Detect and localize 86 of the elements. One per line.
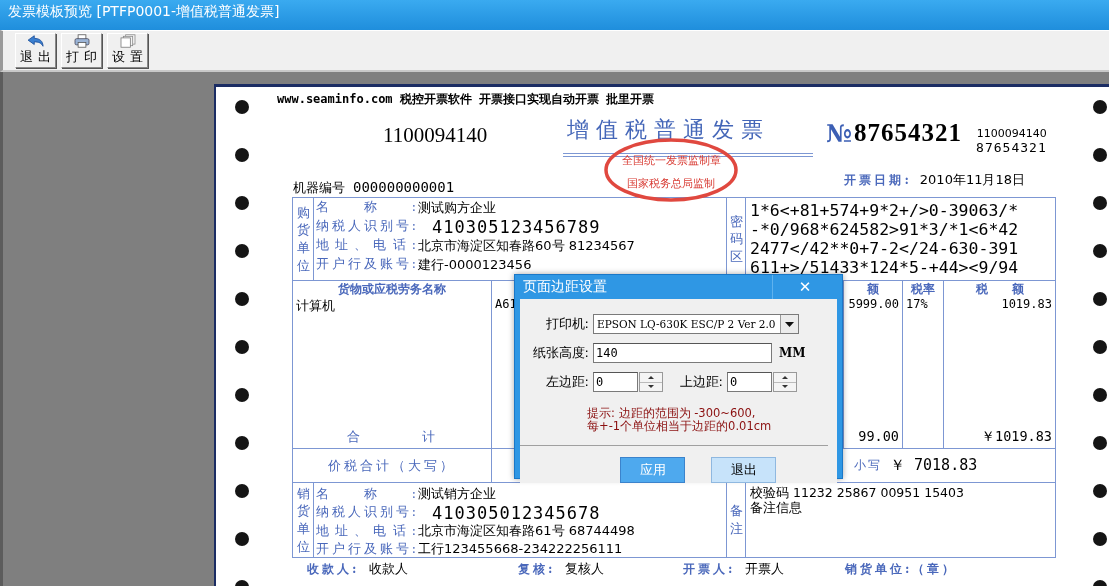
dialog-title: 页面边距设置	[522, 278, 607, 296]
field-label: 开票人:	[683, 561, 736, 578]
stamp-text: 国家税务总局监制	[627, 177, 715, 190]
exit-button[interactable]: 退出	[711, 457, 776, 483]
spin-button[interactable]	[773, 372, 797, 392]
down-arrow-icon	[648, 384, 654, 390]
invoice-number: 87654321	[854, 119, 963, 147]
window-title: 发票模板预览 [PTFP0001-增值税普通发票]	[7, 2, 280, 21]
field-label: 名称:	[316, 199, 416, 216]
grand-total: ￥ 7018.83	[890, 456, 978, 475]
field-label: 销货单位:（章）	[845, 560, 958, 578]
table-cell-text: 17%	[905, 297, 929, 311]
field-label: 开票日期:	[844, 172, 912, 189]
toolbar-button[interactable]: 退 出	[15, 33, 56, 68]
printer-icon	[71, 34, 92, 48]
signature-value: 开票人	[745, 560, 785, 578]
section-label: 备注	[729, 502, 743, 538]
field-label: 地址、电话:	[316, 237, 416, 254]
select-value: EPSON LQ-630K ESC/P 2 Ver 2.0	[597, 318, 776, 330]
cipher-line: 1*6<+81+574+9*2+/>0-39063/*	[750, 201, 1020, 220]
field-label: 小写	[854, 457, 882, 474]
invoice-number-small: 87654321	[976, 140, 1047, 155]
section-label: 销货单位	[296, 484, 310, 556]
spin-button[interactable]	[639, 372, 663, 392]
signature-value: 收款人	[369, 560, 409, 578]
column-header: 额	[867, 281, 879, 297]
cipher-line: -*0/968*624582>91*3/*1<6*42	[750, 220, 1020, 239]
field-value: 北京市海淀区知春路61号 68744498	[418, 522, 635, 540]
table-cell-text: 1019.83	[1000, 297, 1053, 311]
down-arrow-icon	[782, 384, 788, 390]
up-arrow-icon	[782, 374, 788, 380]
remark-line: 备注信息	[750, 500, 803, 515]
field-label: 收款人:	[307, 561, 360, 578]
field-label: 复核:	[518, 561, 556, 578]
field-label: 机器编号	[293, 179, 345, 197]
toolbar-button[interactable]: 打 印	[61, 33, 102, 68]
total-value: 99.00	[857, 428, 900, 446]
field-label: 纳税人识别号:	[316, 218, 416, 235]
field-label: 开户行及账号:	[316, 540, 416, 557]
invoice-code-small: 1100094140	[976, 127, 1047, 140]
field-value: 工行123455668-234222256111	[418, 540, 623, 557]
field-value: 测试销方企业	[418, 485, 496, 503]
taxpayer-id: 410305123456789	[432, 216, 601, 237]
field-label: 地址、电话:	[316, 522, 416, 540]
input-field[interactable]: 140	[593, 343, 772, 363]
hint-text: 提示: 边距的范围为 -300~600, 每+-1个单位相当于边距的0.01cm	[587, 407, 773, 433]
table-cell-text: A61	[494, 297, 518, 311]
input-field[interactable]: 0	[727, 372, 772, 392]
invoice-title: 增值税普通发票	[567, 116, 770, 144]
machine-number: 000000000001	[353, 179, 455, 195]
column-header: 税 额	[975, 281, 1024, 297]
field-label: 价税合计（大写）	[328, 456, 456, 475]
table-cell-text: 5999.00	[847, 297, 900, 311]
section-label: 购货单位	[296, 203, 310, 275]
column-header: 货物或应税劳务名称	[338, 281, 446, 297]
printer-select[interactable]: EPSON LQ-630K ESC/P 2 Ver 2.0	[593, 314, 799, 334]
field-value: 建行-0000123456	[418, 255, 532, 274]
invoice-date: 2010年11月18日	[919, 171, 1025, 189]
total-label: 合 计	[347, 428, 437, 446]
field-label: 上边距:	[678, 373, 723, 391]
cipher-line: 611+>/51433*124*5-+44><9/94	[750, 258, 1020, 277]
number-sign: №	[826, 119, 853, 148]
field-label: 开户行及账号:	[316, 256, 416, 273]
cipher-line: 2477</42**0+7-2</24-630-391	[750, 239, 1020, 258]
unit-label: MM	[779, 346, 806, 360]
stamp-text: 全国统一发票监制章	[621, 154, 721, 167]
field-label: 打印机:	[544, 315, 589, 333]
total-value: ￥1019.83	[980, 428, 1053, 446]
section-label: 密码区	[729, 212, 743, 266]
input-field[interactable]: 0	[593, 372, 638, 392]
column-header: 税率	[911, 281, 935, 297]
invoice-code: 1100094140	[383, 122, 489, 149]
field-value: 测试购方企业	[418, 198, 496, 217]
table-cell-text: 计算机	[295, 297, 336, 315]
remark-line: 校验码 11232 25867 00951 15403	[750, 485, 965, 500]
signature-value: 复核人	[565, 560, 605, 578]
taxpayer-id: 410305012345678	[432, 502, 601, 523]
field-value: 北京市海淀区知春路60号 81234567	[418, 236, 635, 255]
field-label: 纸张高度:	[531, 344, 589, 362]
field-label: 名称:	[316, 485, 416, 503]
field-label: 纳税人识别号:	[316, 504, 416, 521]
banner-text: www.seaminfo.com 税控开票软件 开票接口实现自动开票 批里开票	[277, 91, 655, 106]
field-label: 左边距:	[544, 373, 589, 391]
toolbar-button[interactable]: 设 置	[107, 33, 148, 68]
up-arrow-icon	[648, 374, 654, 380]
pages-icon	[117, 34, 138, 48]
